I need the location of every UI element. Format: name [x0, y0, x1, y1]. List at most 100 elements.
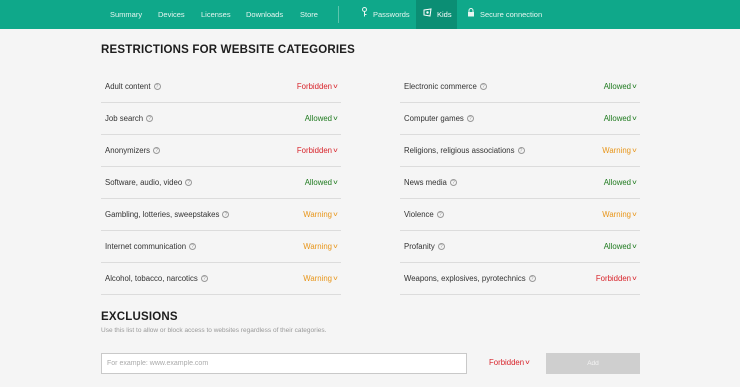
category-status-label: Allowed [603, 242, 631, 251]
restrictions-title: RESTRICTIONS FOR WEBSITE CATEGORIES [101, 44, 356, 56]
category-status-dropdown[interactable]: Warningv [602, 210, 636, 219]
category-name: Adult content [105, 82, 151, 91]
nav-secure-connection[interactable]: Secure connection [467, 0, 542, 29]
add-exclusion-button[interactable]: Add [546, 353, 640, 374]
help-icon[interactable]: ? [153, 83, 161, 90]
exclusion-url-input[interactable] [101, 353, 467, 374]
category-row: News media? Allowedv [400, 167, 640, 199]
category-row: Computer games? Allowedv [400, 103, 640, 135]
category-status-dropdown[interactable]: Warningv [602, 146, 636, 155]
category-name: Weapons, explosives, pyrotechnics [404, 274, 526, 283]
category-status-label: Forbidden [296, 82, 332, 91]
category-status-label: Allowed [304, 114, 332, 123]
nav-passwords-label: Passwords [373, 10, 410, 19]
category-status-dropdown[interactable]: Warningv [303, 274, 337, 283]
category-label: Anonymizers? [105, 146, 161, 155]
chevron-down-icon: v [333, 148, 338, 154]
help-icon[interactable]: ? [153, 147, 161, 154]
category-status-label: Warning [303, 274, 332, 283]
chevron-down-icon: v [333, 84, 338, 90]
help-icon[interactable]: ? [436, 211, 444, 218]
category-name: Electronic commerce [404, 82, 477, 91]
nav-downloads[interactable]: Downloads [246, 0, 283, 29]
chevron-down-icon: v [333, 116, 338, 122]
category-status-dropdown[interactable]: Allowedv [305, 178, 338, 187]
category-label: Weapons, explosives, pyrotechnics? [404, 274, 536, 283]
chevron-down-icon: v [632, 276, 637, 282]
category-status-dropdown[interactable]: Forbiddenv [296, 146, 338, 155]
category-status-label: Forbidden [296, 146, 332, 155]
category-label: Gambling, lotteries, sweepstakes? [105, 210, 230, 219]
category-name: News media [404, 178, 447, 187]
chevron-down-icon: v [525, 360, 530, 366]
category-status-dropdown[interactable]: Warningv [303, 210, 337, 219]
chevron-down-icon: v [632, 244, 637, 250]
category-status-dropdown[interactable]: Allowedv [603, 242, 637, 251]
key-icon [361, 0, 368, 29]
nav-licenses[interactable]: Licenses [201, 0, 231, 29]
top-navigation: Summary Devices Licenses Downloads Store… [0, 0, 740, 29]
category-status-dropdown[interactable]: Allowedv [304, 114, 338, 123]
chevron-down-icon: v [632, 84, 637, 90]
exclusion-status-dropdown[interactable]: Forbiddenv [489, 358, 530, 367]
category-status-dropdown[interactable]: Allowedv [604, 114, 637, 123]
category-list-right: Electronic commerce? Allowedv Computer gam… [400, 71, 640, 295]
category-status-dropdown[interactable]: Warningv [303, 242, 337, 251]
help-icon[interactable]: ? [185, 179, 193, 186]
category-label: Alcohol, tobacco, narcotics? [105, 274, 208, 283]
category-status-dropdown[interactable]: Forbiddenv [595, 274, 637, 283]
category-status-label: Warning [602, 146, 631, 155]
exclusion-status-label: Forbidden [489, 358, 525, 367]
help-icon[interactable]: ? [517, 147, 525, 154]
category-label: Violence? [404, 210, 444, 219]
chevron-down-icon: v [333, 180, 338, 186]
help-icon[interactable]: ? [146, 115, 154, 122]
category-label: Profanity? [404, 242, 445, 251]
category-row: Violence? Warningv [400, 199, 640, 231]
help-icon[interactable]: ? [479, 83, 487, 90]
category-list-left: Adult content? Forbiddenv Job search? Allow… [101, 71, 341, 295]
category-status-label: Allowed [603, 82, 631, 91]
category-row: Internet communication? Warningv [101, 231, 341, 263]
category-name: Gambling, lotteries, sweepstakes [105, 210, 220, 219]
category-label: News media? [404, 178, 457, 187]
nav-summary[interactable]: Summary [110, 0, 142, 29]
help-icon[interactable]: ? [437, 243, 445, 250]
category-name: Alcohol, tobacco, narcotics [105, 274, 198, 283]
chevron-down-icon: v [333, 244, 338, 250]
category-name: Computer games [404, 114, 464, 123]
kids-icon [423, 0, 432, 29]
category-row: Software, audio, video? Allowedv [101, 167, 341, 199]
category-status-label: Forbidden [595, 274, 631, 283]
exclusions-description: Use this list to allow or block access t… [101, 327, 327, 334]
category-label: Internet communication? [105, 242, 197, 251]
category-status-dropdown[interactable]: Allowedv [603, 82, 637, 91]
nav-passwords[interactable]: Passwords [361, 0, 410, 29]
category-row: Anonymizers? Forbiddenv [101, 135, 341, 167]
help-icon[interactable]: ? [222, 211, 230, 218]
category-row: Weapons, explosives, pyrotechnics? Forbid… [400, 263, 640, 295]
category-row: Adult content? Forbiddenv [101, 71, 341, 103]
category-label: Adult content? [105, 82, 161, 91]
help-icon[interactable]: ? [200, 275, 208, 282]
nav-kids-label: Kids [437, 10, 452, 19]
nav-devices[interactable]: Devices [158, 0, 185, 29]
category-label: Job search? [105, 114, 154, 123]
help-icon[interactable]: ? [189, 243, 197, 250]
help-icon[interactable]: ? [466, 115, 474, 122]
category-label: Computer games? [404, 114, 474, 123]
category-status-dropdown[interactable]: Allowedv [604, 178, 637, 187]
chevron-down-icon: v [632, 148, 637, 154]
nav-kids[interactable]: Kids [416, 0, 457, 29]
category-row: Electronic commerce? Allowedv [400, 71, 640, 103]
category-label: Electronic commerce? [404, 82, 487, 91]
category-name: Software, audio, video [105, 178, 183, 187]
nav-divider [338, 6, 339, 23]
nav-store[interactable]: Store [300, 0, 318, 29]
chevron-down-icon: v [333, 212, 338, 218]
help-icon[interactable]: ? [449, 179, 457, 186]
category-name: Internet communication [105, 242, 187, 251]
exclusions-title: EXCLUSIONS [101, 311, 178, 323]
category-status-dropdown[interactable]: Forbiddenv [296, 82, 338, 91]
help-icon[interactable]: ? [528, 275, 536, 282]
